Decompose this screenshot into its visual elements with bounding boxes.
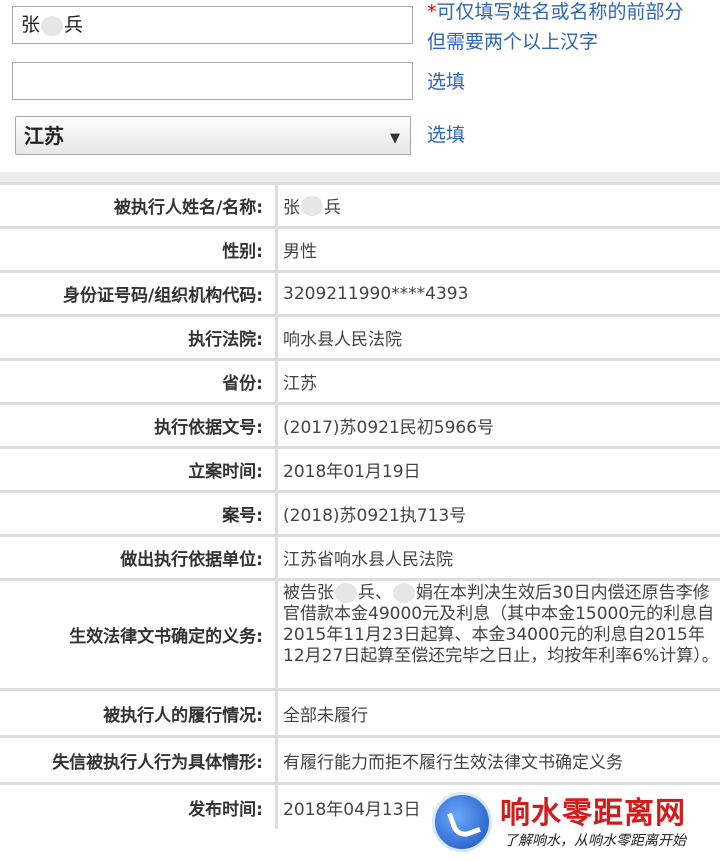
watermark-subtitle: 了解响水，从响水零距离开始 xyxy=(504,833,686,849)
watermark-title: 响水零距离网 xyxy=(500,796,686,831)
table-row: 做出执行依据单位: 江苏省响水县人民法院 xyxy=(0,534,720,578)
table-row: 被执行人姓名/名称: 张兵 xyxy=(0,182,720,226)
row-value: (2018)苏0921执713号 xyxy=(283,506,467,526)
row-label: 被执行人姓名/名称: xyxy=(0,185,278,226)
name-input-value-prefix: 张 xyxy=(21,14,41,36)
id-number-input[interactable] xyxy=(12,62,413,100)
table-row: 案号: (2018)苏0921执713号 xyxy=(0,490,720,534)
table-row: 性别: 男性 xyxy=(0,226,720,270)
table-row: 立案时间: 2018年01月19日 xyxy=(0,446,720,490)
privacy-blur xyxy=(41,15,64,36)
name-hint-line1: 可仅填写姓名或名称的前部分 xyxy=(436,1,684,23)
row-value: 有履行能力而拒不履行生效法律文书确定义务 xyxy=(283,752,623,773)
row-label: 性别: xyxy=(0,229,278,270)
table-row: 失信被执行人行为具体情形: 有履行能力而拒不履行生效法律文书确定义务 xyxy=(0,735,720,782)
table-row: 执行依据文号: (2017)苏0921民初5966号 xyxy=(0,402,720,446)
dropdown-arrow-icon: ▼ xyxy=(390,131,400,146)
name-input-value-suffix: 兵 xyxy=(64,14,84,36)
optional-label-id: 选填 xyxy=(427,71,466,93)
section-divider xyxy=(0,172,720,182)
result-table: 被执行人姓名/名称: 张兵 性别: 男性 身份证号码/组织机构代码: 32092… xyxy=(0,182,720,829)
table-row: 省份: 江苏 xyxy=(0,358,720,402)
row-label: 执行依据文号: xyxy=(0,405,278,446)
value-mid: 兵、 xyxy=(358,583,392,603)
table-row: 生效法律文书确定的义务: 被告张 兵、 娟在本判决生效后30日内偿还原告李修官借款本… xyxy=(0,578,720,688)
province-select[interactable]: 江苏 ▼ xyxy=(15,116,411,155)
privacy-blur xyxy=(335,583,357,603)
row-value: 男性 xyxy=(283,242,317,262)
name-hint-line2: 但需要两个以上汉字 xyxy=(427,31,599,53)
row-label: 生效法律文书确定的义务: xyxy=(0,581,278,688)
row-label: 省份: xyxy=(0,361,278,402)
search-form: 张兵 *可仅填写姓名或名称的前部分 但需要两个以上汉字 选填 江苏 ▼ 选填 xyxy=(0,0,720,172)
table-row: 身份证号码/组织机构代码: 3209211990****4393 xyxy=(0,270,720,314)
name-hint: *可仅填写姓名或名称的前部分 xyxy=(427,0,684,27)
privacy-blur xyxy=(301,195,323,216)
table-row: 被执行人的履行情况: 全部未履行 xyxy=(0,688,720,735)
site-logo-icon xyxy=(432,792,492,852)
row-value: 被告张 兵、 娟在本判决生效后30日内偿还原告李修官借款本金49000元及利息（其中… xyxy=(278,581,720,688)
row-label: 身份证号码/组织机构代码: xyxy=(0,273,278,314)
value-suffix: 兵 xyxy=(324,198,341,218)
name-input[interactable]: 张兵 xyxy=(12,6,413,44)
row-label: 执行法院: xyxy=(0,317,278,358)
value-prefix: 张 xyxy=(283,198,300,218)
site-watermark: 响水零距离网 了解响水，从响水零距离开始 xyxy=(432,786,720,858)
required-mark: * xyxy=(427,1,437,23)
row-label: 案号: xyxy=(0,493,278,534)
row-value: 全部未履行 xyxy=(283,705,368,726)
row-label: 发布时间: xyxy=(0,785,278,829)
value-prefix: 被告张 xyxy=(283,583,334,603)
row-value: 江苏 xyxy=(283,374,317,394)
row-value: 2018年01月19日 xyxy=(283,462,421,482)
row-label: 被执行人的履行情况: xyxy=(0,691,278,735)
province-select-value: 江苏 xyxy=(24,124,64,148)
row-value: 江苏省响水县人民法院 xyxy=(283,550,453,570)
row-value: (2017)苏0921民初5966号 xyxy=(283,418,495,438)
optional-label-province: 选填 xyxy=(427,124,466,146)
row-label: 失信被执行人行为具体情形: xyxy=(0,738,278,782)
row-value: 响水县人民法院 xyxy=(283,330,402,350)
row-value: 3209211990****4393 xyxy=(283,283,469,304)
row-label: 立案时间: xyxy=(0,449,278,490)
row-label: 做出执行依据单位: xyxy=(0,537,278,578)
row-value: 张兵 xyxy=(278,185,720,226)
table-row: 执行法院: 响水县人民法院 xyxy=(0,314,720,358)
privacy-blur xyxy=(393,583,415,603)
